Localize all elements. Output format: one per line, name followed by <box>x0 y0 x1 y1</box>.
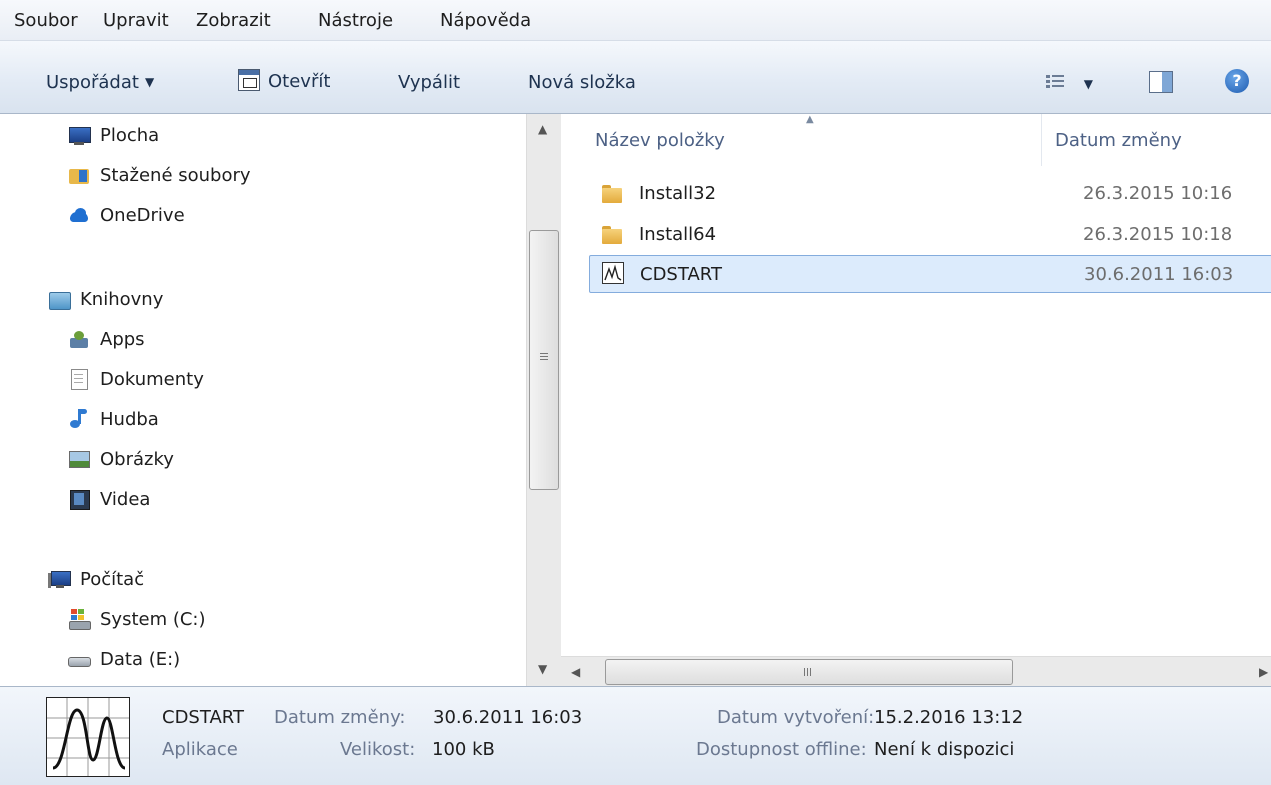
navigation-scrollbar[interactable]: ▲ ▼ <box>526 114 562 686</box>
view-options-icon <box>1046 74 1064 90</box>
grip-icon <box>540 353 548 354</box>
details-created-label: Datum vytvoření: <box>717 707 875 728</box>
nav-item-apps[interactable]: Apps <box>68 324 145 354</box>
nav-item-label: Dokumenty <box>100 368 204 390</box>
menu-bar: Soubor Upravit Zobrazit Nástroje Nápověd… <box>0 0 1271 41</box>
nav-item-music[interactable]: Hudba <box>68 404 159 434</box>
file-row-install32[interactable]: Install32 26.3.2015 10:16 <box>589 176 1271 210</box>
nav-item-libraries[interactable]: Knihovny <box>48 284 163 314</box>
details-type: Aplikace <box>162 739 238 760</box>
onedrive-icon <box>68 204 90 226</box>
system-drive-icon <box>68 608 91 630</box>
file-name: Install32 <box>639 182 717 204</box>
application-icon <box>46 697 130 777</box>
nav-item-label: Data (E:) <box>100 648 181 670</box>
open-app-icon <box>238 69 260 91</box>
nav-item-videos[interactable]: Videa <box>68 484 150 514</box>
file-list: ▲ Název položky Datum změny Install32 26… <box>561 114 1271 686</box>
nav-item-label: Počítač <box>80 568 145 590</box>
menu-view[interactable]: Zobrazit <box>196 10 271 31</box>
nav-item-data-drive[interactable]: Data (E:) <box>68 644 180 674</box>
file-date: 26.3.2015 10:18 <box>1083 223 1233 245</box>
nav-item-label: System (C:) <box>100 608 206 630</box>
scroll-left-icon[interactable]: ◀ <box>571 665 580 679</box>
apps-icon <box>68 328 90 350</box>
details-size-label: Velikost: <box>340 739 416 760</box>
organize-button[interactable]: Uspořádat ▼ <box>46 72 154 93</box>
command-bar: Uspořádat ▼ Otevřít Vypálit Nová složka ▼… <box>0 41 1271 114</box>
details-name: CDSTART <box>162 707 244 728</box>
chevron-down-icon: ▼ <box>1083 77 1093 91</box>
folder-icon <box>601 182 623 204</box>
open-label: Otevřít <box>268 71 331 92</box>
details-offline-label: Dostupnost offline: <box>696 739 867 760</box>
help-icon[interactable]: ? <box>1225 69 1249 93</box>
organize-label: Uspořádat <box>46 72 139 93</box>
file-name: Install64 <box>639 223 717 245</box>
computer-icon <box>48 568 71 590</box>
nav-item-desktop[interactable]: Plocha <box>68 120 159 150</box>
application-icon <box>602 262 624 284</box>
burn-button[interactable]: Vypálit <box>398 72 460 93</box>
grip-icon <box>804 668 805 676</box>
details-pane: CDSTART Aplikace Datum změny: 30.6.2011 … <box>0 686 1271 785</box>
preview-pane-button[interactable] <box>1149 71 1173 93</box>
file-name: CDSTART <box>640 263 722 285</box>
scroll-down-icon[interactable]: ▼ <box>538 662 547 676</box>
music-icon <box>68 408 90 430</box>
nav-item-label: Plocha <box>100 124 160 146</box>
file-row-install64[interactable]: Install64 26.3.2015 10:18 <box>589 217 1271 251</box>
downloads-icon <box>68 164 90 186</box>
nav-item-computer[interactable]: Počítač <box>48 564 144 594</box>
nav-item-label: Knihovny <box>80 288 164 310</box>
nav-item-system-drive[interactable]: System (C:) <box>68 604 206 634</box>
nav-item-documents[interactable]: Dokumenty <box>68 364 204 394</box>
column-header-date[interactable]: Datum změny <box>1055 130 1182 151</box>
scroll-thumb[interactable] <box>605 659 1013 685</box>
column-divider <box>1041 114 1042 166</box>
horizontal-scrollbar[interactable]: ◀ ▶ <box>561 656 1271 686</box>
desktop-icon <box>68 124 91 146</box>
nav-item-onedrive[interactable]: OneDrive <box>68 200 185 230</box>
nav-item-label: Hudba <box>100 408 159 430</box>
menu-file[interactable]: Soubor <box>14 10 78 31</box>
preview-pane-icon <box>1162 72 1172 92</box>
libraries-icon <box>48 288 71 310</box>
details-created-value: 15.2.2016 13:12 <box>874 707 1024 728</box>
chevron-down-icon: ▼ <box>144 75 155 89</box>
nav-item-pictures[interactable]: Obrázky <box>68 444 174 474</box>
details-modified-value: 30.6.2011 16:03 <box>433 707 583 728</box>
menu-tools[interactable]: Nástroje <box>318 10 393 31</box>
videos-icon <box>68 488 90 510</box>
nav-item-label: Stažené soubory <box>100 164 251 186</box>
nav-item-label: OneDrive <box>100 204 185 226</box>
sort-ascending-icon: ▲ <box>806 114 814 125</box>
details-offline-value: Není k dispozici <box>874 739 1015 760</box>
menu-help[interactable]: Nápověda <box>440 10 531 31</box>
scroll-thumb[interactable] <box>529 230 559 490</box>
change-view-button[interactable]: ▼ <box>1046 74 1093 95</box>
documents-icon <box>68 368 90 390</box>
details-modified-label: Datum změny: <box>274 707 406 728</box>
menu-edit[interactable]: Upravit <box>103 10 169 31</box>
navigation-pane: Plocha Stažené soubory OneDrive Knihovny… <box>0 114 526 686</box>
open-button[interactable]: Otevřít <box>238 69 330 92</box>
new-folder-button[interactable]: Nová složka <box>528 72 636 93</box>
details-size-value: 100 kB <box>432 739 495 760</box>
pictures-icon <box>68 448 90 470</box>
file-row-cdstart[interactable]: CDSTART 30.6.2011 16:03 <box>589 255 1271 293</box>
nav-item-downloads[interactable]: Stažené soubory <box>68 160 251 190</box>
file-date: 30.6.2011 16:03 <box>1084 263 1234 285</box>
nav-item-label: Obrázky <box>100 448 174 470</box>
folder-icon <box>601 223 623 245</box>
scroll-up-icon[interactable]: ▲ <box>538 122 547 136</box>
scroll-right-icon[interactable]: ▶ <box>1259 665 1268 679</box>
nav-item-label: Videa <box>100 488 151 510</box>
file-date: 26.3.2015 10:16 <box>1083 182 1233 204</box>
nav-item-label: Apps <box>100 328 145 350</box>
drive-icon <box>68 648 91 670</box>
column-header-name[interactable]: Název položky <box>595 130 725 151</box>
